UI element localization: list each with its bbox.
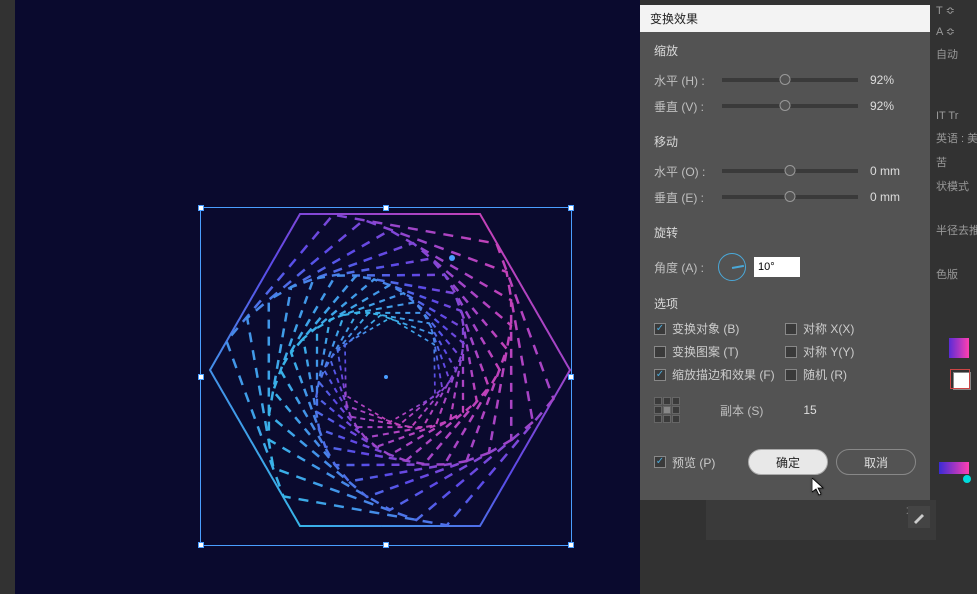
anchor-grid[interactable] [654,397,680,423]
move-v-slider[interactable] [722,195,858,199]
scale-h-value[interactable]: 92% [870,73,916,87]
handle-mid-left[interactable] [198,374,204,380]
scale-h-label: 水平 (H) : [654,72,710,89]
canvas-area[interactable] [15,0,640,594]
options-title: 选项 [654,295,916,312]
fill-stroke-icon[interactable] [953,372,971,390]
angle-input[interactable] [754,257,800,277]
pen-icon[interactable] [908,506,930,528]
handle-top-left[interactable] [198,205,204,211]
copies-value[interactable]: 15 [803,403,843,417]
selection-center [384,375,388,379]
handle-top-right[interactable] [568,205,574,211]
scale-h-thumb[interactable] [779,74,790,85]
scale-v-slider[interactable] [722,104,858,108]
lbl-random: 随机 (R) [803,366,847,383]
handle-mid-right[interactable] [568,374,574,380]
panel-row-6[interactable]: 苦 [930,150,977,174]
panel-row-5[interactable]: 英语 : 美 [930,126,977,150]
chk-transform-pattern[interactable] [654,346,666,358]
move-section: 移动 水平 (O) : 0 mm 垂直 (E) : 0 mm [640,123,930,214]
selection-box[interactable] [200,207,572,546]
move-v-thumb[interactable] [785,191,796,202]
angle-dial[interactable] [718,253,746,281]
scale-title: 缩放 [654,42,916,59]
lbl-reflect-y: 对称 Y(Y) [803,343,854,360]
move-title: 移动 [654,133,916,150]
panel-row-4[interactable]: IT Tr [930,106,977,126]
chk-reflect-y[interactable] [785,346,797,358]
scale-h-slider[interactable] [722,78,858,82]
handle-bot-right[interactable] [568,542,574,548]
move-h-value[interactable]: 0 mm [870,164,916,178]
anchor-row: 副本 (S) 15 [640,389,930,431]
bottom-panel: 不过 [706,500,936,540]
chk-transform-object[interactable] [654,323,666,335]
bottom-panel-label: 不过 [706,500,936,524]
rotate-section: 旋转 角度 (A) : [640,214,930,289]
right-panel-strip[interactable]: T ≎ A ≎ 自动 IT Tr 英语 : 美 苦 状模式 半径去推 色版 [930,0,977,594]
options-section: 选项 变换对象 (B) 对称 X(X) 变换图案 (T) 对称 Y(Y) 缩放描… [640,289,930,389]
lbl-preview: 预览 (P) [672,454,715,471]
handle-top-mid[interactable] [383,205,389,211]
angle-label: 角度 (A) : [654,259,710,276]
scale-v-thumb[interactable] [779,100,790,111]
lbl-reflect-x: 对称 X(X) [803,320,854,337]
dialog-footer: 预览 (P) 确定 取消 [640,431,930,493]
scale-v-value[interactable]: 92% [870,99,916,113]
copies-label: 副本 (S) [720,402,763,419]
ok-button[interactable]: 确定 [748,449,828,475]
handle-bot-left[interactable] [198,542,204,548]
lbl-scale-strokes: 缩放描边和效果 (F) [672,366,775,383]
rotation-indicator [449,255,455,261]
dialog-title[interactable]: 变换效果 [640,5,930,32]
rotate-title: 旋转 [654,224,916,241]
move-v-value[interactable]: 0 mm [870,190,916,204]
panel-row-2[interactable]: 自动 [930,42,977,66]
gradient-swatch-small[interactable] [949,338,969,358]
panel-row-1[interactable]: A ≎ [930,21,977,42]
chk-reflect-x[interactable] [785,323,797,335]
gradient-swatch[interactable] [939,462,969,474]
chk-preview[interactable] [654,456,666,468]
move-v-label: 垂直 (E) : [654,189,710,206]
move-h-label: 水平 (O) : [654,163,710,180]
panel-row-10[interactable]: 半径去推 [930,218,977,242]
panel-row-0[interactable]: T ≎ [930,0,977,21]
handle-bot-mid[interactable] [383,542,389,548]
panel-row-12[interactable]: 色版 [930,262,977,286]
chk-random[interactable] [785,369,797,381]
move-h-thumb[interactable] [785,165,796,176]
lbl-transform-pattern: 变换图案 (T) [672,343,739,360]
panel-row-7[interactable]: 状模式 [930,174,977,198]
scale-section: 缩放 水平 (H) : 92% 垂直 (V) : 92% [640,32,930,123]
move-h-slider[interactable] [722,169,858,173]
chk-scale-strokes[interactable] [654,369,666,381]
scale-v-label: 垂直 (V) : [654,98,710,115]
color-stop-icon[interactable] [963,475,971,483]
cancel-button[interactable]: 取消 [836,449,916,475]
anchor-center[interactable] [663,406,671,414]
transform-effect-dialog: 变换效果 缩放 水平 (H) : 92% 垂直 (V) : 92% 移动 水平 … [640,5,930,500]
lbl-transform-object: 变换对象 (B) [672,320,739,337]
